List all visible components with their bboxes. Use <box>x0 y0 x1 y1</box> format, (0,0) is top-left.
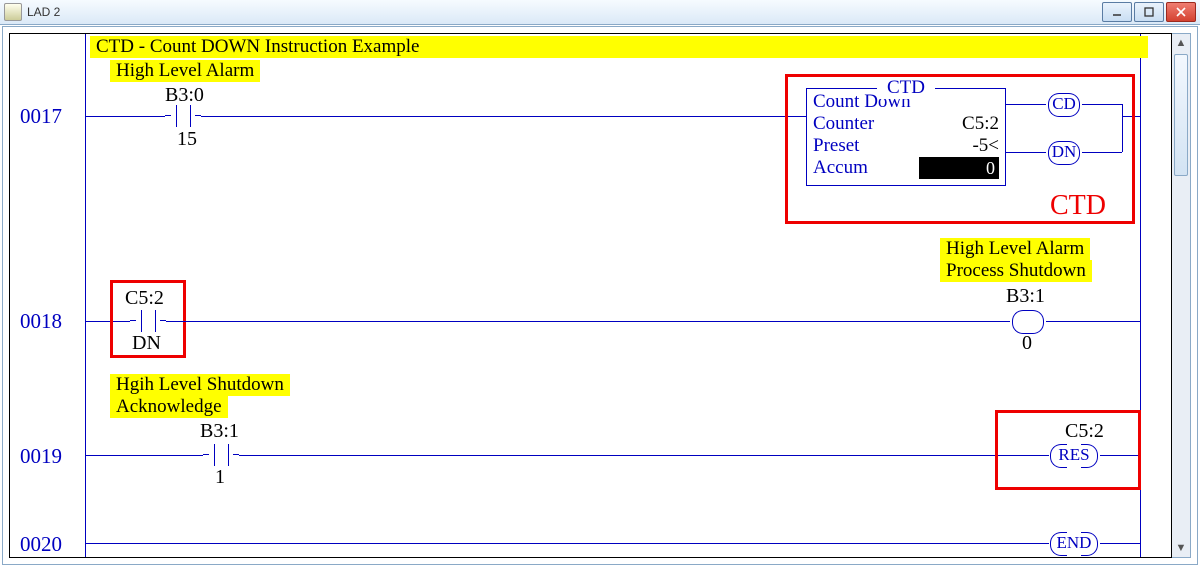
output-address: B3:1 <box>1006 285 1045 308</box>
wire <box>85 543 1049 544</box>
output-description: High Level Alarm <box>940 238 1090 260</box>
minimize-button[interactable] <box>1102 2 1132 22</box>
left-rail <box>85 34 86 557</box>
input-description: High Level Alarm <box>110 60 260 82</box>
wire <box>1100 543 1140 544</box>
ladder-view[interactable]: 0017 CTD - Count DOWN Instruction Exampl… <box>9 33 1172 558</box>
rung-title: CTD - Count DOWN Instruction Example <box>90 36 1148 58</box>
rung-number: 0018 <box>20 309 62 334</box>
app-icon <box>4 3 22 21</box>
input-description: Hgih Level Shutdown <box>110 374 290 396</box>
wire <box>166 321 1010 322</box>
rung-number: 0019 <box>20 444 62 469</box>
vertical-scrollbar[interactable]: ▲ ▼ <box>1172 33 1191 558</box>
xic-contact[interactable] <box>203 444 239 466</box>
wire <box>239 455 1049 456</box>
input-address: B3:0 <box>165 84 204 107</box>
highlight-dn-contact <box>110 280 186 358</box>
output-description: Process Shutdown <box>940 260 1092 282</box>
input-description: Acknowledge <box>110 396 228 418</box>
scroll-track[interactable] <box>1172 178 1190 539</box>
title-bar[interactable]: LAD 2 <box>0 0 1200 25</box>
wire <box>1046 321 1140 322</box>
app-window: LAD 2 0017 CTD - Count DOWN Instruction … <box>0 0 1200 567</box>
xic-contact[interactable] <box>165 105 201 127</box>
input-address: B3:1 <box>200 420 239 443</box>
highlight-ctd-label: CTD <box>1050 190 1106 222</box>
end-marker: END <box>1048 532 1100 554</box>
input-bit: 1 <box>215 466 225 489</box>
rung-number: 0020 <box>20 532 62 557</box>
window-title: LAD 2 <box>27 5 60 19</box>
client-area: 0017 CTD - Count DOWN Instruction Exampl… <box>2 26 1198 565</box>
output-bit: 0 <box>1022 332 1032 355</box>
scroll-up-icon[interactable]: ▲ <box>1172 34 1190 52</box>
ote-coil[interactable] <box>1010 310 1046 332</box>
highlight-res <box>995 410 1141 490</box>
maximize-button[interactable] <box>1134 2 1164 22</box>
input-bit: 15 <box>177 128 197 151</box>
scroll-thumb[interactable] <box>1174 54 1188 176</box>
wire <box>85 455 203 456</box>
wire <box>85 116 165 117</box>
end-label: END <box>1048 533 1100 553</box>
rung-number: 0017 <box>20 104 62 129</box>
scroll-down-icon[interactable]: ▼ <box>1172 539 1190 557</box>
close-button[interactable] <box>1166 2 1196 22</box>
wire <box>201 116 806 117</box>
